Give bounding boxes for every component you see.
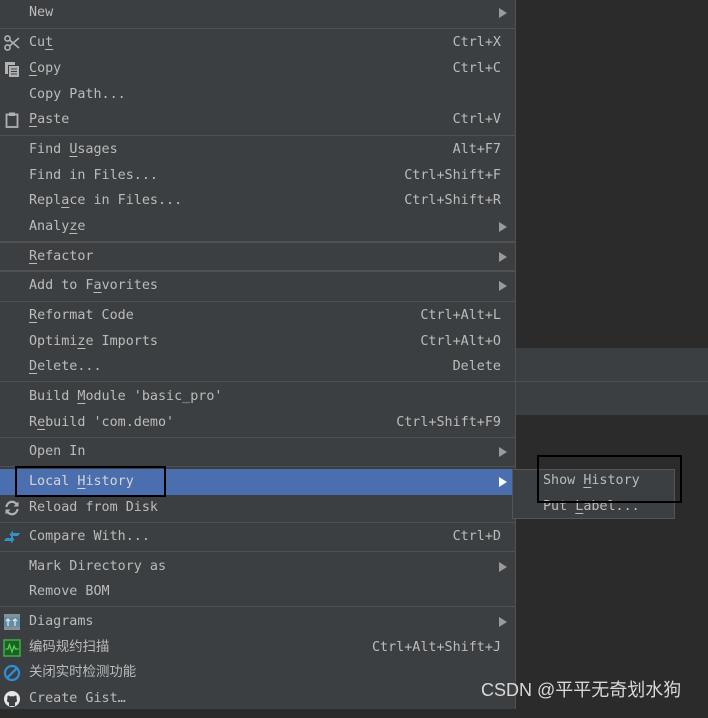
menu-item-label: Reload from Disk [29, 500, 158, 515]
menu-item-label: Analyze [29, 219, 86, 234]
menu-item-refactor[interactable]: Refactor [0, 244, 515, 270]
menu-item-shortcut: Ctrl+Shift+R [404, 193, 501, 208]
github-icon [3, 690, 21, 708]
submenu-arrow-icon [499, 281, 507, 291]
menu-item-delete[interactable]: Delete... Delete [0, 354, 515, 380]
menu-item-shortcut: Ctrl+Alt+Shift+J [372, 640, 501, 655]
submenu-arrow-icon [499, 477, 507, 487]
menu-item-label: Find Usages [29, 142, 118, 157]
compare-icon [3, 528, 21, 546]
menu-item-label: Copy [29, 61, 62, 76]
menu-item-label: Open In [29, 444, 86, 459]
menu-item-label: Add to Favorites [29, 278, 158, 293]
menu-separator [0, 241, 515, 243]
menu-item-label: 编码规约扫描 [29, 640, 110, 655]
menu-item-add-to-favorites[interactable]: Add to Favorites [0, 273, 515, 299]
annotation-box-local-history [15, 466, 166, 497]
menu-item-reload-from-disk[interactable]: Reload from Disk [0, 495, 515, 521]
editor-row-band [516, 382, 708, 415]
menu-item-shortcut: Ctrl+Alt+L [420, 308, 501, 323]
context-menu: New Cut Ctrl+X Copy Ctrl+C Copy Path... Paste C… [0, 0, 516, 709]
menu-item-label: Optimize Imports [29, 334, 158, 349]
menu-item-compare-with[interactable]: Compare With... Ctrl+D [0, 524, 515, 550]
menu-item-new[interactable]: New [0, 0, 515, 26]
menu-item-copy[interactable]: Copy Ctrl+C [0, 56, 515, 82]
code-scan-icon [3, 639, 21, 657]
submenu-arrow-icon [499, 562, 507, 572]
menu-item-shortcut: Ctrl+C [452, 61, 501, 76]
menu-item-build-module-basic-pro[interactable]: Build Module 'basic_pro' [0, 384, 515, 410]
menu-item-remove-bom[interactable]: Remove BOM [0, 579, 515, 605]
menu-item-open-in[interactable]: Open In [0, 439, 515, 465]
menu-item-label: Paste [29, 112, 70, 127]
annotation-box-show-history [537, 455, 682, 503]
menu-item-rebuild-com-demo[interactable]: Rebuild 'com.demo' Ctrl+Shift+F9 [0, 410, 515, 436]
menu-item-label: Refactor [29, 249, 94, 264]
menu-item-label: Remove BOM [29, 584, 110, 599]
menu-item-find-usages[interactable]: Find Usages Alt+F7 [0, 137, 515, 163]
menu-item-shortcut: Delete [452, 359, 501, 374]
menu-item-shortcut: Alt+F7 [452, 142, 501, 157]
submenu-arrow-icon [499, 447, 507, 457]
menu-item-paste[interactable]: Paste Ctrl+V [0, 107, 515, 133]
submenu-arrow-icon [499, 252, 507, 262]
menu-separator [0, 135, 515, 136]
menu-item-copy-path[interactable]: Copy Path... [0, 82, 515, 108]
menu-item-shortcut: Ctrl+V [452, 112, 501, 127]
diagrams-icon [3, 613, 21, 631]
menu-item-shortcut: Ctrl+X [452, 35, 501, 50]
menu-separator [0, 606, 515, 607]
menu-item-shortcut: Ctrl+D [452, 529, 501, 544]
menu-item-reformat-code[interactable]: Reformat Code Ctrl+Alt+L [0, 303, 515, 329]
menu-item-cjk[interactable]: 编码规约扫描 Ctrl+Alt+Shift+J [0, 635, 515, 661]
menu-separator [0, 301, 515, 302]
menu-item-label: Delete... [29, 359, 102, 374]
menu-item-label: Cut [29, 35, 54, 50]
menu-separator [0, 437, 515, 438]
submenu-arrow-icon [499, 617, 507, 627]
disable-detection-icon [3, 664, 21, 682]
menu-item-create-gist[interactable]: Create Gist… [0, 686, 515, 712]
submenu-arrow-icon [499, 222, 507, 232]
menu-item-label: Rebuild 'com.demo' [29, 415, 175, 430]
menu-item-label: Find in Files... [29, 168, 158, 183]
menu-item-label: Mark Directory as [29, 559, 167, 574]
menu-separator [0, 522, 515, 523]
watermark: CSDN @平平无奇划水狗 [481, 680, 682, 700]
menu-item-label: Create Gist… [29, 691, 126, 706]
menu-item-label: New [29, 5, 54, 20]
menu-item-label: Build Module 'basic_pro' [29, 389, 223, 404]
menu-item-analyze[interactable]: Analyze [0, 214, 515, 240]
menu-item-shortcut: Ctrl+Alt+O [420, 334, 501, 349]
menu-item-cjk[interactable]: 关闭实时检测功能 [0, 660, 515, 686]
scissors-icon [3, 34, 21, 52]
menu-separator [0, 551, 515, 552]
clipboard-icon [3, 111, 21, 129]
menu-item-label: Compare With... [29, 529, 150, 544]
editor-row-band [516, 348, 708, 381]
menu-item-optimize-imports[interactable]: Optimize Imports Ctrl+Alt+O [0, 329, 515, 355]
menu-item-label: Diagrams [29, 614, 94, 629]
menu-item-mark-directory-as[interactable]: Mark Directory as [0, 554, 515, 580]
menu-item-shortcut: Ctrl+Shift+F9 [396, 415, 501, 430]
menu-item-shortcut: Ctrl+Shift+F [404, 168, 501, 183]
menu-item-diagrams[interactable]: Diagrams [0, 609, 515, 635]
menu-item-label: 关闭实时检测功能 [29, 665, 137, 680]
menu-item-cut[interactable]: Cut Ctrl+X [0, 30, 515, 56]
menu-item-replace-in-files[interactable]: Replace in Files... Ctrl+Shift+R [0, 188, 515, 214]
editor-row-divider [516, 381, 708, 382]
menu-separator [0, 28, 515, 29]
submenu-arrow-icon [499, 8, 507, 18]
menu-separator [0, 381, 515, 382]
menu-separator [0, 270, 515, 272]
reload-icon [3, 499, 21, 517]
menu-item-find-in-files[interactable]: Find in Files... Ctrl+Shift+F [0, 163, 515, 189]
copy-icon [3, 60, 21, 78]
menu-item-label: Copy Path... [29, 87, 126, 102]
menu-item-label: Replace in Files... [29, 193, 183, 208]
menu-item-label: Reformat Code [29, 308, 134, 323]
